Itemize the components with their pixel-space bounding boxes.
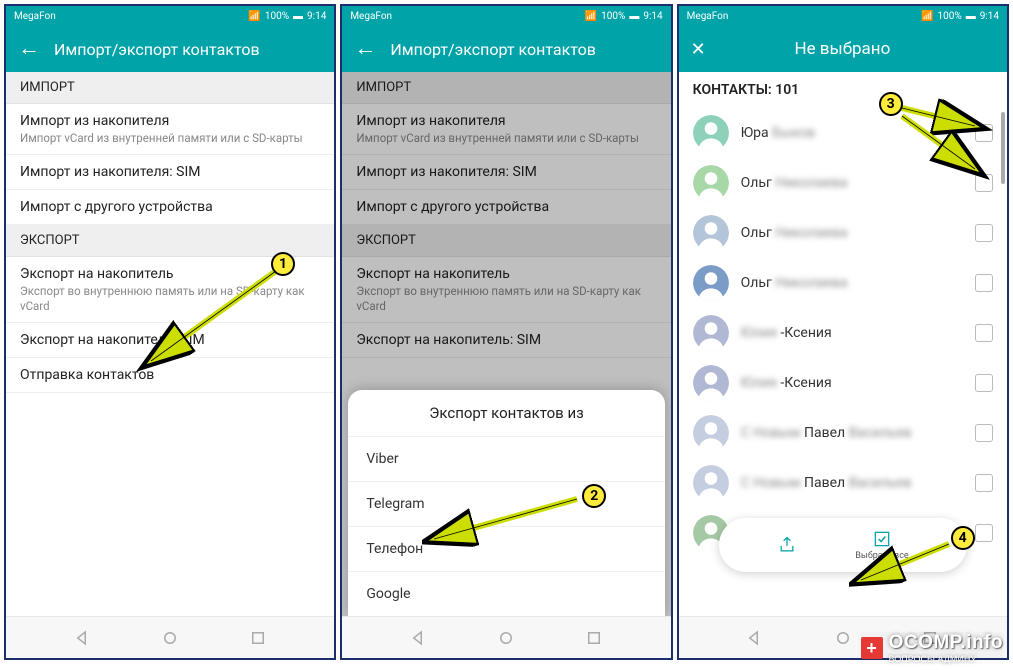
annotation-arrow-2 — [422, 491, 592, 551]
app-title: Импорт/экспорт контактов — [54, 40, 260, 59]
import-section-header: ИМПОРТ — [6, 72, 334, 104]
app-bar: ← Импорт/экспорт контактов — [342, 26, 670, 72]
battery-label: 100% — [601, 11, 625, 22]
watermark-sub: ВОПРОСЫ АДМИНУ — [889, 654, 1003, 664]
back-icon[interactable]: ← — [354, 38, 376, 60]
avatar-icon — [693, 415, 729, 451]
checkbox[interactable] — [975, 474, 993, 492]
signal-icon: 📶 — [585, 11, 597, 22]
nav-back-icon[interactable] — [744, 627, 766, 649]
contact-row[interactable]: Юлия -Ксения — [679, 308, 1007, 358]
signal-icon: 📶 — [248, 11, 260, 22]
carrier-label: MegaFon — [687, 11, 729, 22]
nav-bar — [6, 616, 334, 658]
nav-home-icon[interactable] — [159, 627, 181, 649]
annotation-arrow-3b — [897, 111, 997, 181]
contact-row[interactable]: Юлия -Ксения — [679, 358, 1007, 408]
annotation-badge-4: 4 — [951, 526, 975, 550]
app-title: Не выбрано — [690, 39, 995, 59]
import-item-device[interactable]: Импорт с другого устройства — [6, 190, 334, 225]
checkbox[interactable] — [975, 274, 993, 292]
carrier-label: MegaFon — [350, 11, 392, 22]
contact-row[interactable]: С Новым Павел Васильев — [679, 408, 1007, 458]
phone-panel-3: MegaFon 📶 100% ▬ 9:14 ✕ Не выбрано КОНТА… — [677, 4, 1009, 660]
contact-row[interactable]: Ольг Николаева — [679, 258, 1007, 308]
back-icon[interactable]: ← — [18, 38, 40, 60]
avatar-icon — [693, 465, 729, 501]
avatar-icon — [693, 315, 729, 351]
battery-label: 100% — [938, 11, 962, 22]
modal-item-google[interactable]: Google — [348, 571, 664, 616]
modal-item-viber[interactable]: Viber — [348, 436, 664, 481]
checkbox[interactable] — [975, 224, 993, 242]
checkbox[interactable] — [975, 324, 993, 342]
battery-icon: ▬ — [966, 11, 976, 22]
avatar-icon — [693, 115, 729, 151]
status-right: 📶 100% ▬ 9:14 — [921, 11, 999, 22]
item-sub: Импорт vCard из внутренней памяти или с … — [20, 131, 320, 145]
modal-title: Экспорт контактов из — [348, 390, 664, 436]
status-bar: MegaFon 📶 100% ▬ 9:14 — [679, 6, 1007, 26]
status-bar: MegaFon 📶 100% ▬ 9:14 — [342, 6, 670, 26]
scrollbar-thumb[interactable] — [1001, 112, 1005, 184]
status-right: 📶 100% ▬ 9:14 — [585, 11, 663, 22]
checkbox[interactable] — [975, 424, 993, 442]
import-item-sim[interactable]: Импорт из накопителя: SIM — [6, 155, 334, 190]
nav-recent-icon[interactable] — [247, 627, 269, 649]
contact-row[interactable]: С Новым Павел Васильев — [679, 458, 1007, 508]
avatar-icon — [693, 365, 729, 401]
share-button[interactable] — [777, 535, 797, 555]
watermark-text: OCOMP.info — [889, 632, 1003, 653]
phone-panel-1: MegaFon 📶 100% ▬ 9:14 ← Импорт/экспорт к… — [4, 4, 336, 660]
app-bar: ← Импорт/экспорт контактов — [6, 26, 334, 72]
time-label: 9:14 — [980, 11, 999, 22]
signal-icon: 📶 — [921, 11, 933, 22]
checkbox[interactable] — [975, 524, 993, 542]
nav-recent-icon[interactable] — [583, 627, 605, 649]
nav-home-icon[interactable] — [495, 627, 517, 649]
time-label: 9:14 — [307, 11, 326, 22]
nav-back-icon[interactable] — [408, 627, 430, 649]
annotation-arrow-4 — [849, 536, 959, 591]
annotation-arrow-1 — [136, 266, 286, 376]
app-bar: ✕ Не выбрано — [679, 26, 1007, 72]
app-title: Импорт/экспорт контактов — [390, 40, 596, 59]
battery-icon: ▬ — [293, 11, 303, 22]
contact-name: Ольг Николаева — [741, 275, 963, 291]
avatar-icon — [693, 215, 729, 251]
annotation-badge-3: 3 — [879, 92, 903, 116]
battery-label: 100% — [265, 11, 289, 22]
avatar-icon — [693, 265, 729, 301]
phone-panel-2: MegaFon 📶 100% ▬ 9:14 ← Импорт/экспорт к… — [340, 4, 672, 660]
contact-name: Ольг Николаева — [741, 225, 963, 241]
item-label: Импорт из накопителя — [20, 113, 320, 129]
avatar-icon — [693, 165, 729, 201]
import-item-storage[interactable]: Импорт из накопителя Импорт vCard из вну… — [6, 104, 334, 155]
contact-name: С Новым Павел Васильев — [741, 475, 963, 491]
nav-back-icon[interactable] — [72, 627, 94, 649]
contact-name: С Новым Павел Васильев — [741, 425, 963, 441]
annotation-badge-1: 1 — [271, 252, 295, 276]
nav-home-icon[interactable] — [832, 627, 854, 649]
contact-name: Юлия -Ксения — [741, 375, 963, 391]
checkbox[interactable] — [975, 374, 993, 392]
battery-icon: ▬ — [629, 11, 639, 22]
watermark: + OCOMP.info ВОПРОСЫ АДМИНУ — [861, 632, 1003, 664]
time-label: 9:14 — [643, 11, 662, 22]
carrier-label: MegaFon — [14, 11, 56, 22]
contact-name: Юлия -Ксения — [741, 325, 963, 341]
status-right: 📶 100% ▬ 9:14 — [248, 11, 326, 22]
status-bar: MegaFon 📶 100% ▬ 9:14 — [6, 6, 334, 26]
nav-bar — [342, 616, 670, 658]
watermark-cross-icon: + — [861, 637, 883, 659]
contact-row[interactable]: Ольг Николаева — [679, 208, 1007, 258]
